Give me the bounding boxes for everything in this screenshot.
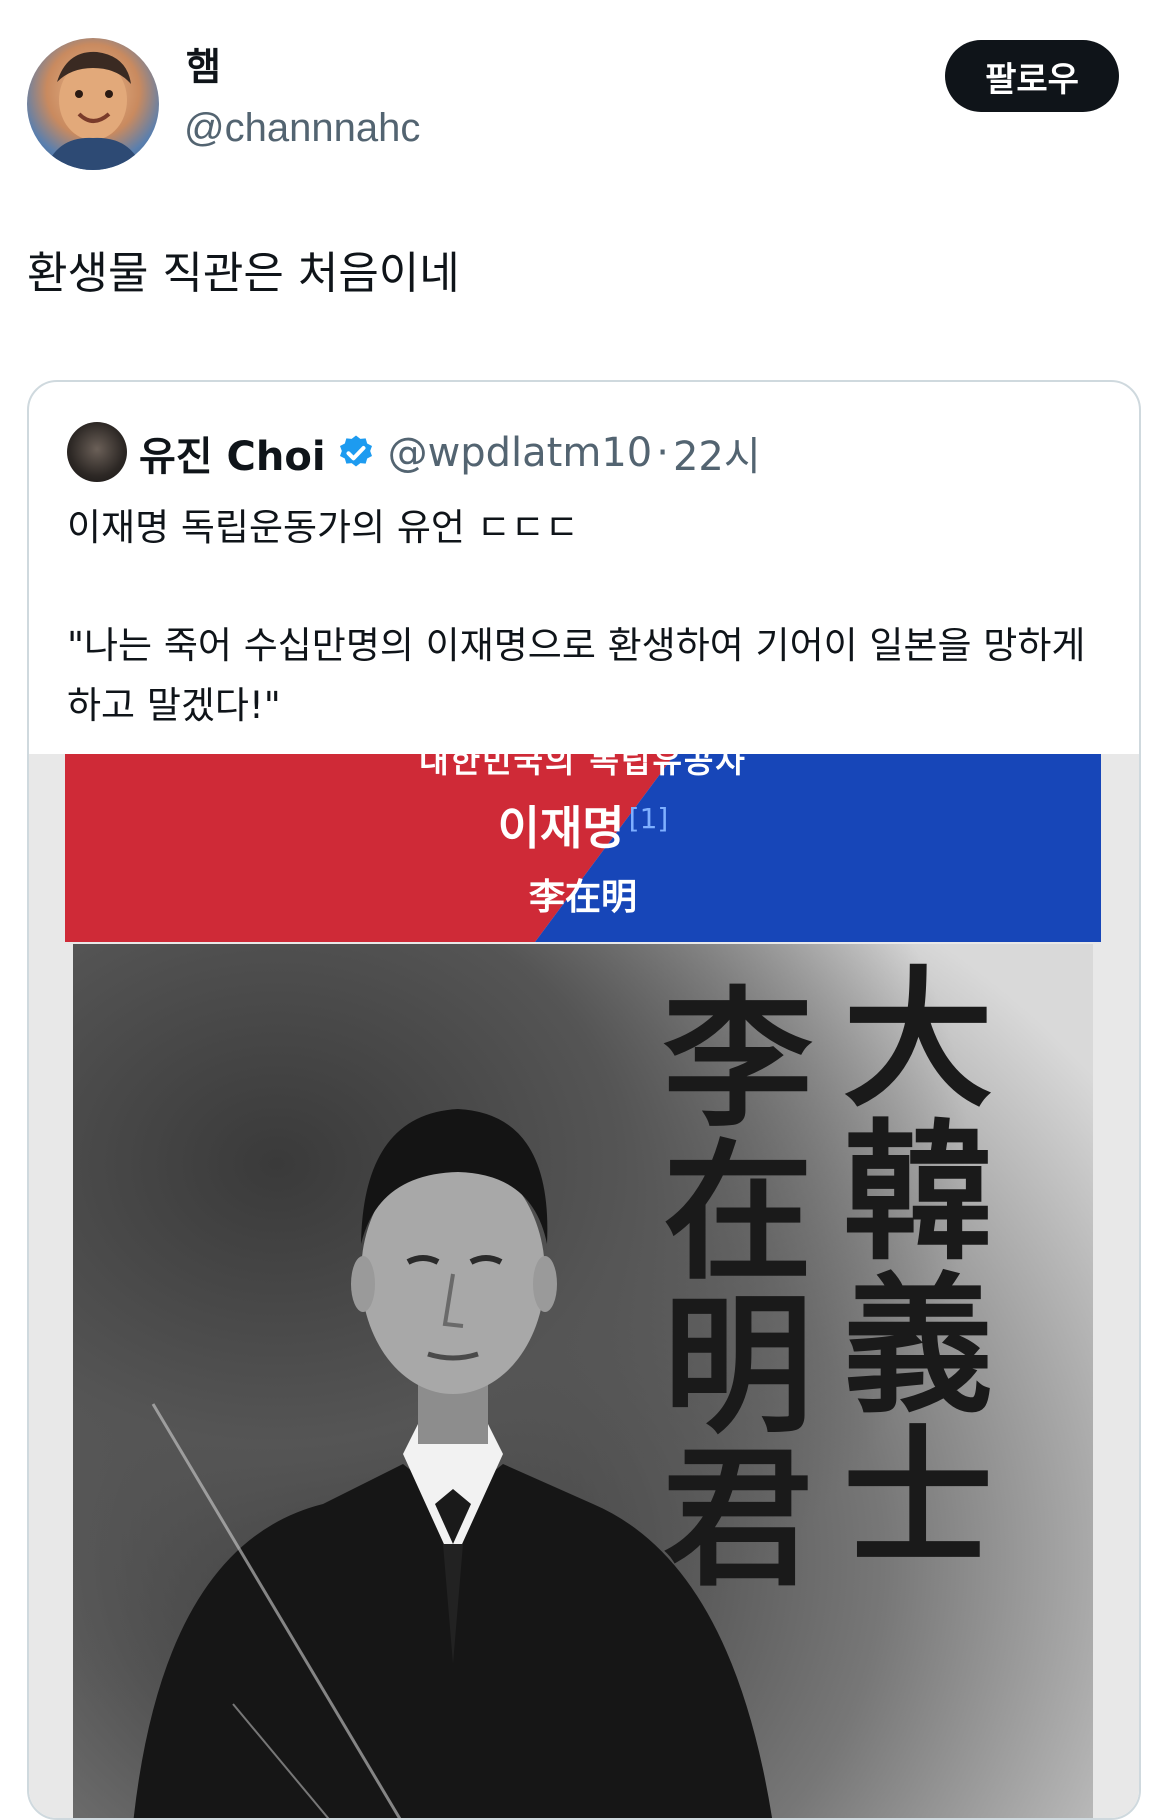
quoted-author-handle[interactable]: @wpdlatm10 (388, 430, 653, 476)
author-handle[interactable]: @channnahc (184, 108, 420, 148)
quoted-tweet-text: 이재명 독립운동가의 유언 ㄷㄷㄷ "나는 죽어 수십만명의 이재명으로 환생하… (67, 506, 1086, 727)
author-display-name[interactable]: 햄 (186, 48, 221, 86)
banner-hanja: 李在明 (528, 877, 637, 918)
follow-button[interactable]: 팔로우 (945, 40, 1119, 112)
footnote-link[interactable]: [1] (629, 802, 669, 835)
historical-portrait-photo: 大韓義士 李在明君 (73, 944, 1093, 1818)
verified-badge-icon (339, 435, 372, 467)
quoted-tweet-time[interactable]: 22시 (673, 424, 761, 482)
poster-image: 대한민국의 독립유공자 이재명 [1] 李在明 大 韓 義 士 李 在 明 君 (65, 754, 1101, 1818)
quoted-tweet-header: 유진 Choi @wpdlatm10 · 22시 (139, 424, 761, 482)
banner-caption: 대한민국의 독립유공자 (419, 754, 747, 780)
quoted-tweet-card[interactable]: 유진 Choi @wpdlatm10 · 22시 이재명 독립운동가의 유언 ㄷ… (27, 380, 1141, 1820)
avatar-photo-icon (45, 51, 143, 170)
calligraphy-left-column: 李在明君 (662, 972, 813, 1607)
author-avatar[interactable] (27, 38, 159, 170)
banner-title-text: 이재명 (497, 801, 625, 855)
separator-dot: · (656, 430, 669, 476)
quoted-author-avatar[interactable] (67, 422, 127, 482)
calligraphy-right-column: 大韓義士 (842, 952, 993, 1587)
quoted-author-name[interactable]: 유진 Choi (139, 424, 326, 482)
tweet-text: 환생물 직관은 처음이네 (27, 248, 460, 299)
banner-title: 이재명 [1] (65, 792, 1101, 858)
quoted-tweet-image[interactable]: 대한민국의 독립유공자 이재명 [1] 李在明 大 韓 義 士 李 在 明 君 (29, 754, 1139, 1818)
